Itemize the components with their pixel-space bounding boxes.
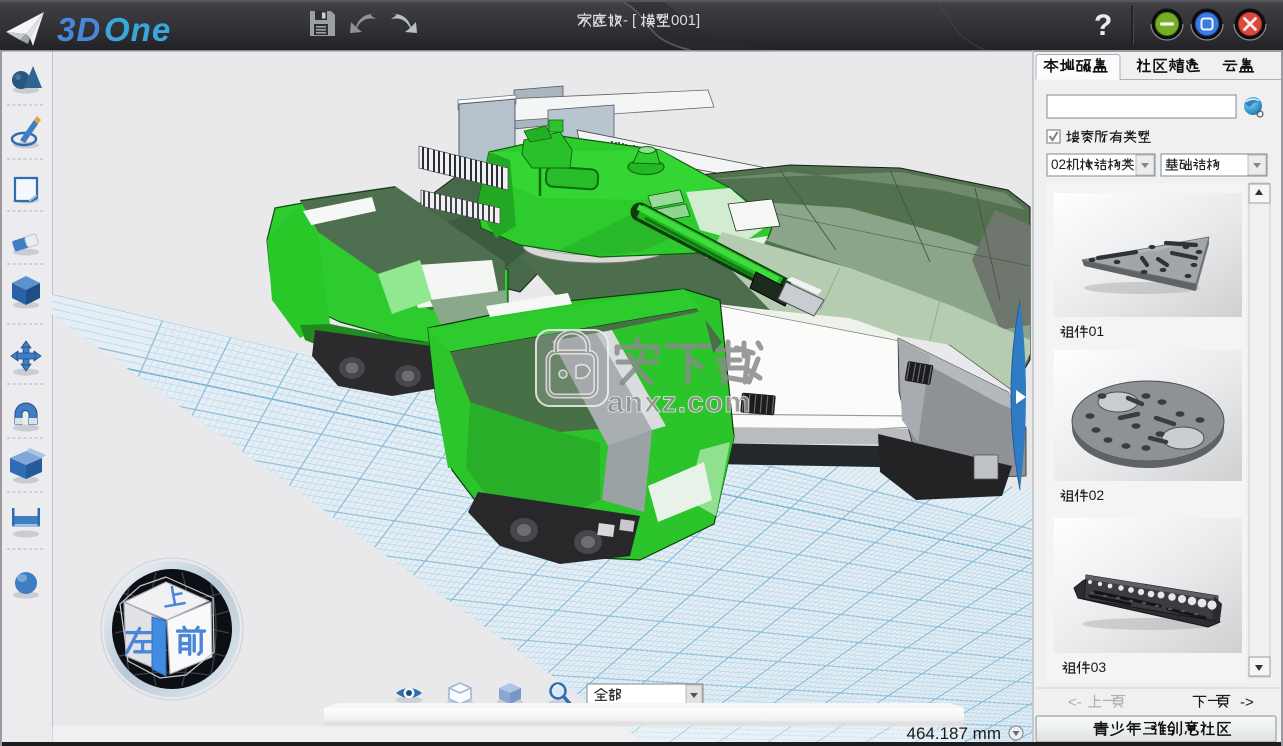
svg-text:->: -> — [1240, 694, 1254, 711]
svg-text:03: 03 — [1091, 659, 1107, 675]
svg-text:?: ? — [1094, 9, 1112, 42]
svg-text:01: 01 — [1089, 323, 1105, 339]
svg-text:One: One — [104, 11, 171, 48]
svg-text:anxz.com: anxz.com — [607, 386, 752, 419]
svg-text:02: 02 — [1089, 487, 1105, 503]
svg-text:02: 02 — [1051, 157, 1066, 172]
svg-text:464.187 mm: 464.187 mm — [907, 724, 1002, 743]
svg-text:- [: - [ — [623, 12, 637, 29]
svg-text:<-: <- — [1068, 694, 1082, 711]
svg-text:3D: 3D — [57, 11, 101, 48]
svg-text:001]: 001] — [671, 12, 700, 29]
